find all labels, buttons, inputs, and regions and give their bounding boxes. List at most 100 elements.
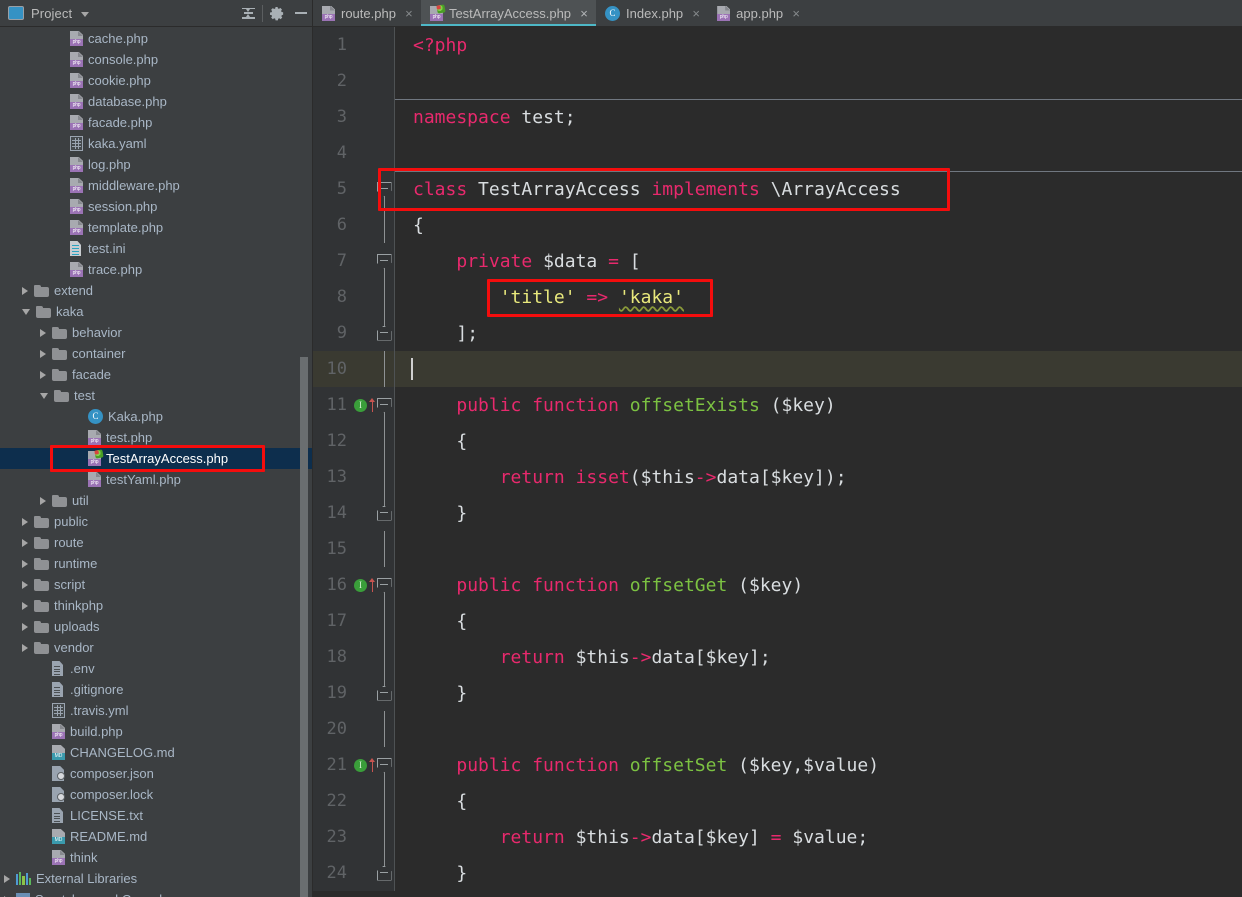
editor-gutter[interactable]: 17 [313,603,395,639]
editor-gutter[interactable]: 8 [313,279,395,315]
tree-row[interactable]: php database.php [0,91,313,112]
tree-row[interactable]: LICENSE.txt [0,805,313,826]
chevron-right-icon[interactable] [22,538,28,547]
tree-row[interactable]: MD README.md [0,826,313,847]
editor-gutter[interactable]: 24 [313,855,395,891]
editor-gutter[interactable]: 3 [313,99,395,135]
chevron-right-icon[interactable] [40,370,46,379]
editor-gutter[interactable]: 10 [313,351,395,387]
editor-gutter[interactable]: 11 I [313,387,395,423]
implementing-method-icon[interactable]: I [354,758,367,772]
hide-panel-button[interactable] [289,0,313,27]
tree-row[interactable]: php cache.php [0,28,313,49]
tree-row[interactable]: php testYaml.php [0,469,313,490]
code-line[interactable]: 11 I public function offsetExists ($key) [313,387,1242,423]
code-line[interactable]: 10 [313,351,1242,387]
editor-gutter[interactable]: 5 [313,171,395,207]
code-line[interactable]: 1 <?php [313,27,1242,63]
fold-collapse-icon[interactable] [376,181,392,197]
chevron-right-icon[interactable] [40,496,46,505]
tree-row[interactable]: test.ini [0,238,313,259]
tab-route-php[interactable]: php route.php × [313,0,421,26]
tree-row[interactable]: behavior [0,322,313,343]
editor-gutter[interactable]: 22 [313,783,395,819]
tab-testarrayaccess-php[interactable]: php TestArrayAccess.php × [420,0,597,26]
sidebar-scrollbar[interactable] [300,357,308,897]
tab-app-php[interactable]: php app.php × [708,0,809,26]
code-line[interactable]: 23 return $this->data[$key] = $value; [313,819,1242,855]
chevron-right-icon[interactable] [22,601,28,610]
fold-collapse-icon[interactable] [376,757,392,773]
editor-gutter[interactable]: 15 [313,531,395,567]
editor-gutter[interactable]: 16 I [313,567,395,603]
chevron-down-icon[interactable] [40,393,48,399]
code-line[interactable]: 9 ]; [313,315,1242,351]
chevron-right-icon[interactable] [22,643,28,652]
chevron-right-icon[interactable] [22,622,28,631]
code-editor[interactable]: 1 <?php 2 3 namespace test; 4 5 class TestArray… [313,27,1242,897]
fold-region-end-icon[interactable] [376,865,392,881]
tree-row[interactable]: MD CHANGELOG.md [0,742,313,763]
code-line[interactable]: 13 return isset($this->data[$key]); [313,459,1242,495]
code-line[interactable]: 14 } [313,495,1242,531]
editor-gutter[interactable]: 18 [313,639,395,675]
fold-collapse-icon[interactable] [376,577,392,593]
editor-gutter[interactable]: 12 [313,423,395,459]
tree-row[interactable]: script [0,574,313,595]
tree-row[interactable]: runtime [0,553,313,574]
tree-row[interactable]: kaka [0,301,313,322]
tree-row[interactable]: extend [0,280,313,301]
tree-row[interactable]: test [0,385,313,406]
tree-row[interactable]: php TestArrayAccess.php [0,448,313,469]
tree-row[interactable]: php build.php [0,721,313,742]
fold-region-end-icon[interactable] [376,325,392,341]
code-line[interactable]: 22 { [313,783,1242,819]
code-line[interactable]: 19 } [313,675,1242,711]
tree-row[interactable]: container [0,343,313,364]
chevron-right-icon[interactable] [22,559,28,568]
editor-gutter[interactable]: 19 [313,675,395,711]
tree-row[interactable]: facade [0,364,313,385]
chevron-right-icon[interactable] [22,517,28,526]
tree-row[interactable]: composer.json [0,763,313,784]
editor-gutter[interactable]: 2 [313,63,395,99]
tree-row[interactable]: php template.php [0,217,313,238]
editor-gutter[interactable]: 13 [313,459,395,495]
chevron-down-icon[interactable] [81,11,90,17]
code-line[interactable]: 4 [313,135,1242,171]
editor-gutter[interactable]: 14 [313,495,395,531]
tree-row[interactable]: C Kaka.php [0,406,313,427]
tree-row[interactable]: .env [0,658,313,679]
tab-index-php[interactable]: C Index.php × [596,0,709,26]
chevron-right-icon[interactable] [40,328,46,337]
code-line[interactable]: 12 { [313,423,1242,459]
close-icon[interactable]: × [404,7,414,20]
tree-row[interactable]: kaka.yaml [0,133,313,154]
tree-row[interactable]: php test.php [0,427,313,448]
tree-row[interactable]: route [0,532,313,553]
fold-collapse-icon[interactable] [376,397,392,413]
code-line[interactable]: 8 'title' => 'kaka' [313,279,1242,315]
editor-gutter[interactable]: 7 [313,243,395,279]
close-icon[interactable]: × [579,7,589,20]
code-line[interactable]: 17 { [313,603,1242,639]
tree-row[interactable]: thinkphp [0,595,313,616]
tree-row[interactable]: php cookie.php [0,70,313,91]
code-line[interactable]: 3 namespace test; [313,99,1242,135]
chevron-right-icon[interactable] [22,580,28,589]
code-line[interactable]: 16 I public function offsetGet ($key) [313,567,1242,603]
code-line[interactable]: 5 class TestArrayAccess implements \Array… [313,171,1242,207]
tree-row[interactable]: php console.php [0,49,313,70]
chevron-down-icon[interactable] [22,309,30,315]
code-line[interactable]: 15 [313,531,1242,567]
code-line[interactable]: 18 return $this->data[$key]; [313,639,1242,675]
tree-row[interactable]: php think [0,847,313,868]
tree-row[interactable]: util [0,490,313,511]
editor-gutter[interactable]: 1 [313,27,395,63]
code-line[interactable]: 20 [313,711,1242,747]
settings-button[interactable] [265,0,289,27]
implementing-method-icon[interactable]: I [354,398,367,412]
tree-row[interactable]: php session.php [0,196,313,217]
fold-collapse-icon[interactable] [376,253,392,269]
tree-row[interactable]: php middleware.php [0,175,313,196]
